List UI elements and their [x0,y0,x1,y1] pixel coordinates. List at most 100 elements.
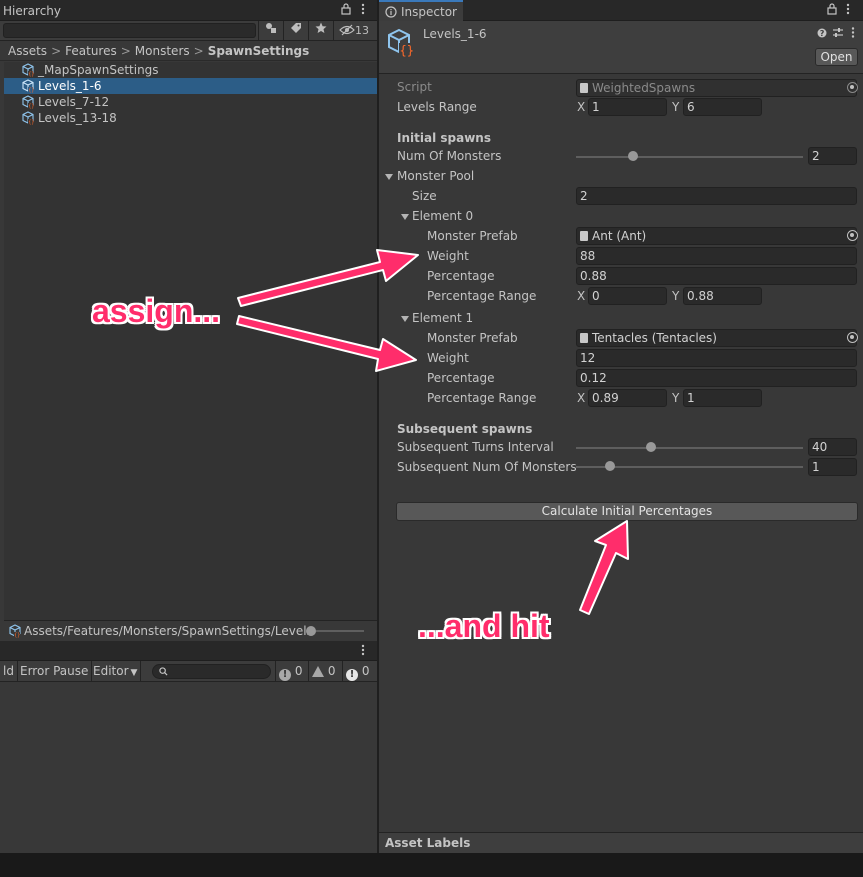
x-label: X [577,391,586,405]
hierarchy-tab-bar: Hierarchy [0,0,377,21]
chevron-right-icon: > [193,44,204,58]
file-list: {} _MapSpawnSettings {} Levels_1-6 {} Le… [4,62,377,620]
sub-num-monsters-input[interactable]: 1 [808,458,857,476]
percentage-range-x-input[interactable]: 0.89 [588,389,667,407]
kebab-menu-icon[interactable] [361,3,365,18]
monster-pool-foldout-arrow[interactable] [385,174,393,180]
preset-sliders-icon[interactable] [832,27,844,38]
turns-interval-slider-knob[interactable] [645,442,656,452]
file-label: Levels_1-6 [38,79,102,93]
percentage-range-y-input[interactable]: 1 [683,389,762,407]
weight-input[interactable]: 12 [576,349,857,367]
editor-dropdown[interactable]: Editor ▼ [90,661,142,682]
icon-size-slider-track[interactable] [316,630,364,632]
percentage-input[interactable]: 0.12 [576,369,857,387]
initial-spawns-header: Initial spawns [397,131,491,145]
asset-labels-foldout[interactable]: Asset Labels [379,832,863,853]
monster-prefab-field[interactable]: Tentacles (Tentacles) [576,329,857,347]
filter-type-button[interactable] [258,21,282,41]
inspector-tab-bar: Inspector [379,0,863,22]
x-label: X [577,289,586,303]
kebab-menu-icon[interactable] [361,644,365,659]
monster-prefab-value: Tentacles (Tentacles) [592,331,717,345]
breadcrumb-spawnsettings[interactable]: SpawnSettings [208,44,310,58]
favorites-button[interactable] [308,21,332,41]
percentage-range-x-input[interactable]: 0 [588,287,667,305]
monster-prefab-field[interactable]: Ant (Ant) [576,227,857,245]
turns-interval-input[interactable]: 40 [808,438,857,456]
num-monsters-slider-track[interactable] [576,156,803,158]
y-label: Y [672,100,680,114]
search-icon [159,667,168,676]
monster-pool-label[interactable]: Monster Pool [397,169,474,183]
console-tab-bar [0,641,377,661]
hierarchy-tab-title[interactable]: Hierarchy [3,4,61,18]
element-1-label[interactable]: Element 1 [412,311,473,325]
element-0-label[interactable]: Element 0 [412,209,473,223]
weight-input[interactable]: 88 [576,247,857,265]
open-button[interactable]: Open [815,48,858,66]
tab-inspector[interactable]: Inspector [379,0,463,22]
element-0-foldout-arrow[interactable] [401,214,409,220]
breadcrumb-features[interactable]: Features [65,44,117,58]
scriptable-object-icon: {} [22,95,34,109]
list-item[interactable]: {} Levels_7-12 [4,94,377,110]
num-monsters-input[interactable]: 2 [808,147,857,165]
percentage-input[interactable]: 0.88 [576,267,857,285]
editor-dropdown-label: Editor [93,664,129,678]
hidden-packages-button[interactable]: 13 [333,21,377,41]
lock-icon[interactable] [341,3,351,18]
star-icon [315,22,326,33]
shapes-icon [265,23,276,33]
lock-icon[interactable] [827,3,837,18]
list-item[interactable]: {} _MapSpawnSettings [4,62,377,78]
console-search-input[interactable] [152,664,271,679]
scriptable-object-icon: {} [9,624,21,638]
num-monsters-slider-knob[interactable] [627,151,638,161]
list-item[interactable]: {} Levels_13-18 [4,110,377,126]
scriptable-object-icon: {} [22,111,34,125]
percentage-range-y-input[interactable]: 0.88 [683,287,762,305]
object-picker-icon[interactable] [847,230,858,241]
clear-button[interactable]: ld [0,661,18,682]
y-label: Y [672,391,680,405]
status-bar [0,853,863,877]
hidden-count: 13 [355,24,369,37]
help-icon[interactable]: ? [817,28,827,38]
project-search-input[interactable] [3,23,256,38]
size-input[interactable]: 2 [576,187,857,205]
object-picker-icon[interactable] [847,332,858,343]
x-label: X [577,100,586,114]
svg-text:?: ? [820,29,825,38]
cs-script-icon [580,83,588,93]
breadcrumb-assets[interactable]: Assets [8,44,47,58]
turns-interval-slider-track[interactable] [576,447,803,449]
percentage-label: Percentage [427,269,495,283]
breadcrumb: Assets > Features > Monsters > SpawnSettings [0,42,377,61]
error-icon: ! [346,669,358,681]
inspector-header: {} Levels_1-6 ? Open [379,21,863,74]
console-log-area[interactable] [0,683,377,853]
breadcrumb-monsters[interactable]: Monsters [135,44,190,58]
levels-range-y-input[interactable]: 6 [683,98,762,116]
list-item-selected[interactable]: {} Levels_1-6 [4,78,377,94]
annotation-assign: assign... [92,293,221,329]
filter-label-button[interactable] [283,21,307,41]
kebab-menu-icon[interactable] [851,27,855,38]
selected-path-bar: {} Assets/Features/Monsters/SpawnSetting… [4,620,377,640]
element-1-foldout-arrow[interactable] [401,316,409,322]
warning-toggle[interactable]: 0 [308,661,335,682]
icon-size-slider-knob[interactable] [306,626,316,636]
warning-count: 0 [327,664,336,678]
svg-text:{}: {} [28,88,34,93]
sub-num-monsters-slider-knob[interactable] [605,461,616,471]
selected-path-text: Assets/Features/Monsters/SpawnSettings/L… [24,624,308,638]
error-pause-button[interactable]: Error Pause [17,661,93,682]
levels-range-x-input[interactable]: 1 [588,98,667,116]
info-toggle[interactable]: ! 0 [275,661,302,682]
kebab-menu-icon[interactable] [846,3,850,18]
scriptable-object-icon: {} [22,79,34,93]
calculate-percentages-button[interactable]: Calculate Initial Percentages [396,502,858,521]
error-toggle[interactable]: ! 0 [342,661,369,682]
annotation-and-hit: ...and hit [418,608,550,644]
